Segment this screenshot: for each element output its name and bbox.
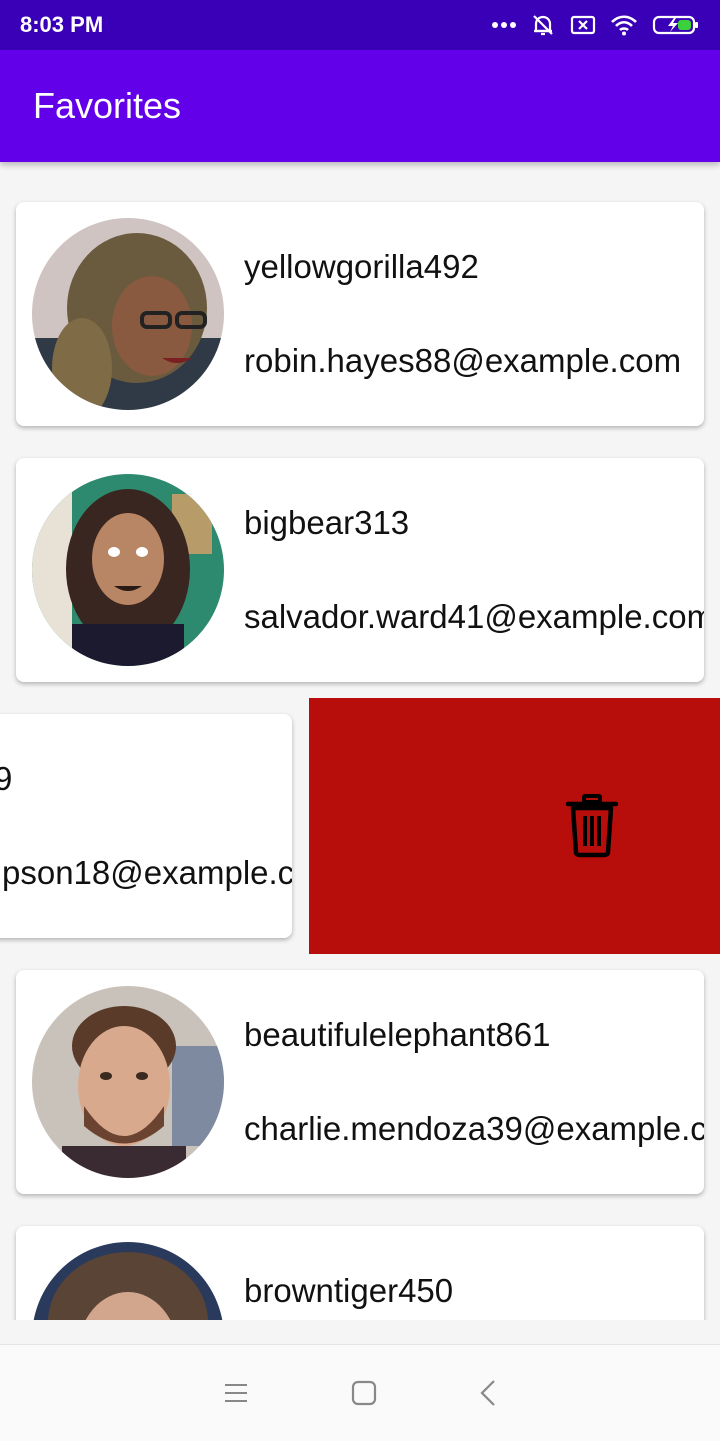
list-item[interactable]: beautifulelephant861 charlie.mendoza39@e… <box>16 970 704 1194</box>
bell-off-icon <box>530 12 556 38</box>
email: charlie.mendoza39@example.c <box>244 1110 704 1147</box>
battery-charging-icon <box>652 14 700 36</box>
avatar <box>32 218 224 410</box>
favorites-list[interactable]: yellowgorilla492 robin.hayes88@example.c… <box>0 162 720 1320</box>
avatar <box>32 1242 224 1320</box>
wifi-icon <box>610 14 638 36</box>
status-icons <box>492 12 700 38</box>
home-square-icon[interactable] <box>351 1380 377 1406</box>
menu-icon[interactable] <box>223 1382 249 1404</box>
page-title: Favorites <box>33 85 182 126</box>
username: yellowgorilla492 <box>244 248 479 285</box>
status-time: 8:03 PM <box>20 12 104 37</box>
list-item[interactable]: yellowgorilla492 robin.hayes88@example.c… <box>16 202 704 426</box>
username: beautifulelephant861 <box>244 1016 551 1053</box>
trash-icon[interactable] <box>565 794 619 863</box>
username: bigbear313 <box>244 504 410 541</box>
delete-swipe-background[interactable] <box>309 698 720 954</box>
username: browntiger450 <box>244 1272 454 1309</box>
avatar <box>32 986 224 1178</box>
list-item[interactable]: bigbear313 salvador.ward41@example.com <box>16 458 704 682</box>
email: pson18@example.c <box>2 854 292 891</box>
sim-x-icon <box>570 14 596 36</box>
email: salvador.ward41@example.com <box>244 598 704 635</box>
email: robin.hayes88@example.com <box>244 342 682 379</box>
system-nav-bar <box>0 1344 720 1441</box>
more-dots-icon <box>492 21 516 29</box>
list-item-swiped[interactable]: 9 pson18@example.c <box>0 714 292 938</box>
app-bar: Favorites <box>0 50 720 162</box>
back-icon[interactable] <box>479 1379 497 1407</box>
list-item[interactable]: browntiger450 <box>16 1226 704 1320</box>
avatar <box>32 474 224 666</box>
username: 9 <box>0 760 13 797</box>
status-bar: 8:03 PM <box>0 0 720 50</box>
